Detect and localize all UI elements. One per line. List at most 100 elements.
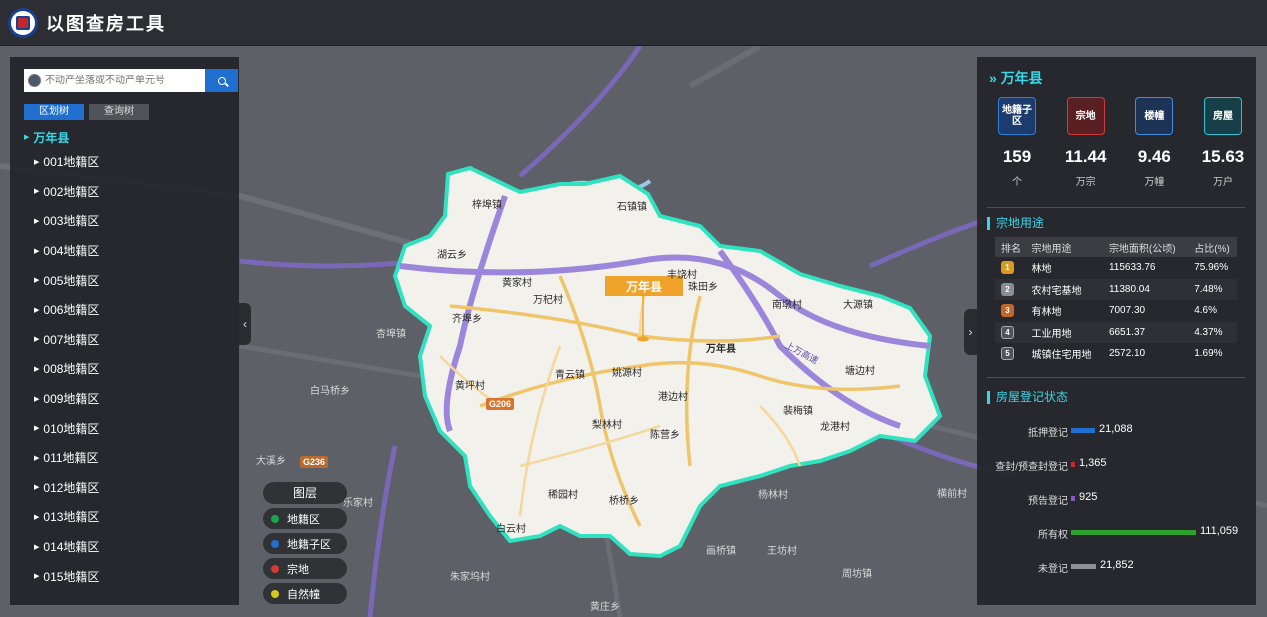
stat-subdistricts: 地籍子区 159 个 xyxy=(989,97,1045,188)
caret-right-icon: ▶ xyxy=(34,306,40,314)
layer-toggle-building[interactable]: 自然幢 xyxy=(263,583,347,604)
place-label: 白马桥乡 xyxy=(310,386,350,397)
divider xyxy=(987,207,1245,208)
tree-node[interactable]: ▶ 006地籍区 xyxy=(24,295,99,325)
tree-node[interactable]: ▶ 005地籍区 xyxy=(24,265,99,295)
place-label: 大源镇 xyxy=(843,300,873,311)
chart-category-label: 预告登记 xyxy=(1028,496,1068,507)
caret-right-icon: ▶ xyxy=(24,134,30,141)
chart-bar xyxy=(1071,564,1096,569)
place-label: 周坊镇 xyxy=(842,569,872,580)
chart-value-label: 21,088 xyxy=(1099,423,1133,435)
place-label: 梓埠镇 xyxy=(472,200,502,211)
layer-control-title: 图层 xyxy=(263,482,347,504)
table-row[interactable]: 1 林地 115633.76 75.96% xyxy=(995,257,1237,279)
caret-right-icon: ▶ xyxy=(34,395,40,403)
table-row[interactable]: 5 城镇住宅用地 2572.10 1.69% xyxy=(995,343,1237,365)
green-dot-icon xyxy=(271,514,279,523)
chart-bar xyxy=(1071,462,1075,467)
caret-right-icon: ▶ xyxy=(34,484,40,492)
place-label: 珠田乡 xyxy=(688,282,718,293)
usage-section-title: 宗地用途 xyxy=(987,217,1044,230)
tree-node[interactable]: ▶ 010地籍区 xyxy=(24,413,99,443)
caret-right-icon: ▶ xyxy=(34,454,40,462)
summary-stats: 地籍子区 159 个 宗地 11.44 万宗 楼幢 9.46 万幢 房屋 15.… xyxy=(989,97,1251,188)
tree-node[interactable]: ▶ 007地籍区 xyxy=(24,325,99,355)
place-label: 黄庄乡 xyxy=(590,602,620,613)
chart-category-label: 抵押登记 xyxy=(1028,428,1068,439)
place-label: 青云镇 xyxy=(555,370,585,381)
tree-node[interactable]: ▶ 003地籍区 xyxy=(24,206,99,236)
caret-right-icon: ▶ xyxy=(34,543,40,551)
subdistrict-icon: 地籍子区 xyxy=(998,97,1036,135)
chart-bar-row: 未登记 21,852 xyxy=(977,558,1256,575)
caret-right-icon: ▶ xyxy=(34,573,40,581)
place-label: 白云村 xyxy=(496,524,526,535)
table-row[interactable]: 3 有林地 7007.30 4.6% xyxy=(995,300,1237,322)
collapse-left-panel-button[interactable]: ‹ xyxy=(239,303,251,345)
chart-bar xyxy=(1071,428,1095,433)
app-title: 以图查房工具 xyxy=(46,13,166,34)
place-label: 梨林村 xyxy=(592,420,622,431)
tab-division-tree[interactable]: 区划树 xyxy=(24,104,84,120)
table-row[interactable]: 4 工业用地 6651.37 4.37% xyxy=(995,321,1237,343)
place-label: 桥桥乡 xyxy=(609,496,639,507)
place-label: 黄家村 xyxy=(502,278,532,289)
search-bar xyxy=(24,69,238,92)
place-label: 万杞村 xyxy=(533,295,563,306)
caret-right-icon: ▶ xyxy=(34,247,40,255)
caret-right-icon: ▶ xyxy=(34,513,40,521)
chart-bar-row: 抵押登记 21,088 xyxy=(977,422,1256,439)
tree-root-node[interactable]: ▶ 万年县 xyxy=(24,127,99,147)
caret-right-icon: ▶ xyxy=(34,336,40,344)
tree-node[interactable]: ▶ 014地籍区 xyxy=(24,532,99,562)
place-label: 稀园村 xyxy=(548,490,578,501)
search-field[interactable] xyxy=(24,69,205,92)
right-panel: » 万年县 地籍子区 159 个 宗地 11.44 万宗 楼幢 9.46 万幢 … xyxy=(977,57,1256,605)
rank-badge-icon: 4 xyxy=(1001,325,1014,339)
place-label: 朱家坞村 xyxy=(450,572,490,583)
tree-node[interactable]: ▶ 012地籍区 xyxy=(24,473,99,503)
place-label: 湖云乡 xyxy=(437,250,467,261)
search-button[interactable] xyxy=(205,69,238,92)
tree-node[interactable]: ▶ 015地籍区 xyxy=(24,561,99,591)
place-label: 港边村 xyxy=(658,392,688,403)
table-row[interactable]: 2 农村宅基地 11380.04 7.48% xyxy=(995,278,1237,300)
tree-node[interactable]: ▶ 013地籍区 xyxy=(24,502,99,532)
layer-toggle-cadastral-district[interactable]: 地籍区 xyxy=(263,508,347,529)
division-tree: ▶ 万年县 ▶ 001地籍区 ▶ 002地籍区 ▶ 003地籍区 ▶ 004地籍区 ▶ 00… xyxy=(24,127,99,591)
tree-node[interactable]: ▶ 009地籍区 xyxy=(24,384,99,414)
tree-node[interactable]: ▶ 011地籍区 xyxy=(24,443,99,473)
tree-node[interactable]: ▶ 001地籍区 xyxy=(24,147,99,177)
rank-badge-icon: 5 xyxy=(1001,347,1014,361)
tree-node[interactable]: ▶ 008地籍区 xyxy=(24,354,99,384)
search-input[interactable] xyxy=(45,75,195,86)
highway-badge: G236 xyxy=(300,456,329,468)
stat-buildings: 楼幢 9.46 万幢 xyxy=(1126,97,1182,188)
tree-node[interactable]: ▶ 004地籍区 xyxy=(24,236,99,266)
chevron-left-icon: ‹ xyxy=(243,317,247,331)
place-label: 万年县 xyxy=(706,344,736,355)
globe-icon xyxy=(28,74,41,87)
place-label: 乐家村 xyxy=(343,498,373,509)
layer-toggle-parcel[interactable]: 宗地 xyxy=(263,558,347,579)
place-label: 龙港村 xyxy=(820,422,850,433)
chart-value-label: 111,059 xyxy=(1200,525,1239,537)
collapse-right-panel-button[interactable]: › xyxy=(964,309,977,355)
parcel-icon: 宗地 xyxy=(1066,97,1105,135)
caret-right-icon: ▶ xyxy=(34,217,40,225)
land-usage-table: 排名 宗地用途 宗地面积(公顷) 占比(%) 1 林地 115633.76 75… xyxy=(995,237,1237,365)
place-label: 塘边村 xyxy=(845,366,875,377)
layer-toggle-cadastral-subdistrict[interactable]: 地籍子区 xyxy=(263,533,347,554)
red-dot-icon xyxy=(271,564,279,573)
registration-section-title: 房屋登记状态 xyxy=(987,391,1068,404)
rank-badge-icon: 2 xyxy=(1001,282,1014,296)
institution-logo xyxy=(8,7,38,38)
chart-bar xyxy=(1071,530,1196,535)
stat-parcels: 宗地 11.44 万宗 xyxy=(1058,97,1114,188)
tab-query-tree[interactable]: 查询树 xyxy=(89,104,149,120)
tree-tabs: 区划树 查询树 xyxy=(24,104,149,120)
place-label: 裴梅镇 xyxy=(783,406,813,417)
caret-right-icon: ▶ xyxy=(34,158,40,166)
tree-node[interactable]: ▶ 002地籍区 xyxy=(24,177,99,207)
